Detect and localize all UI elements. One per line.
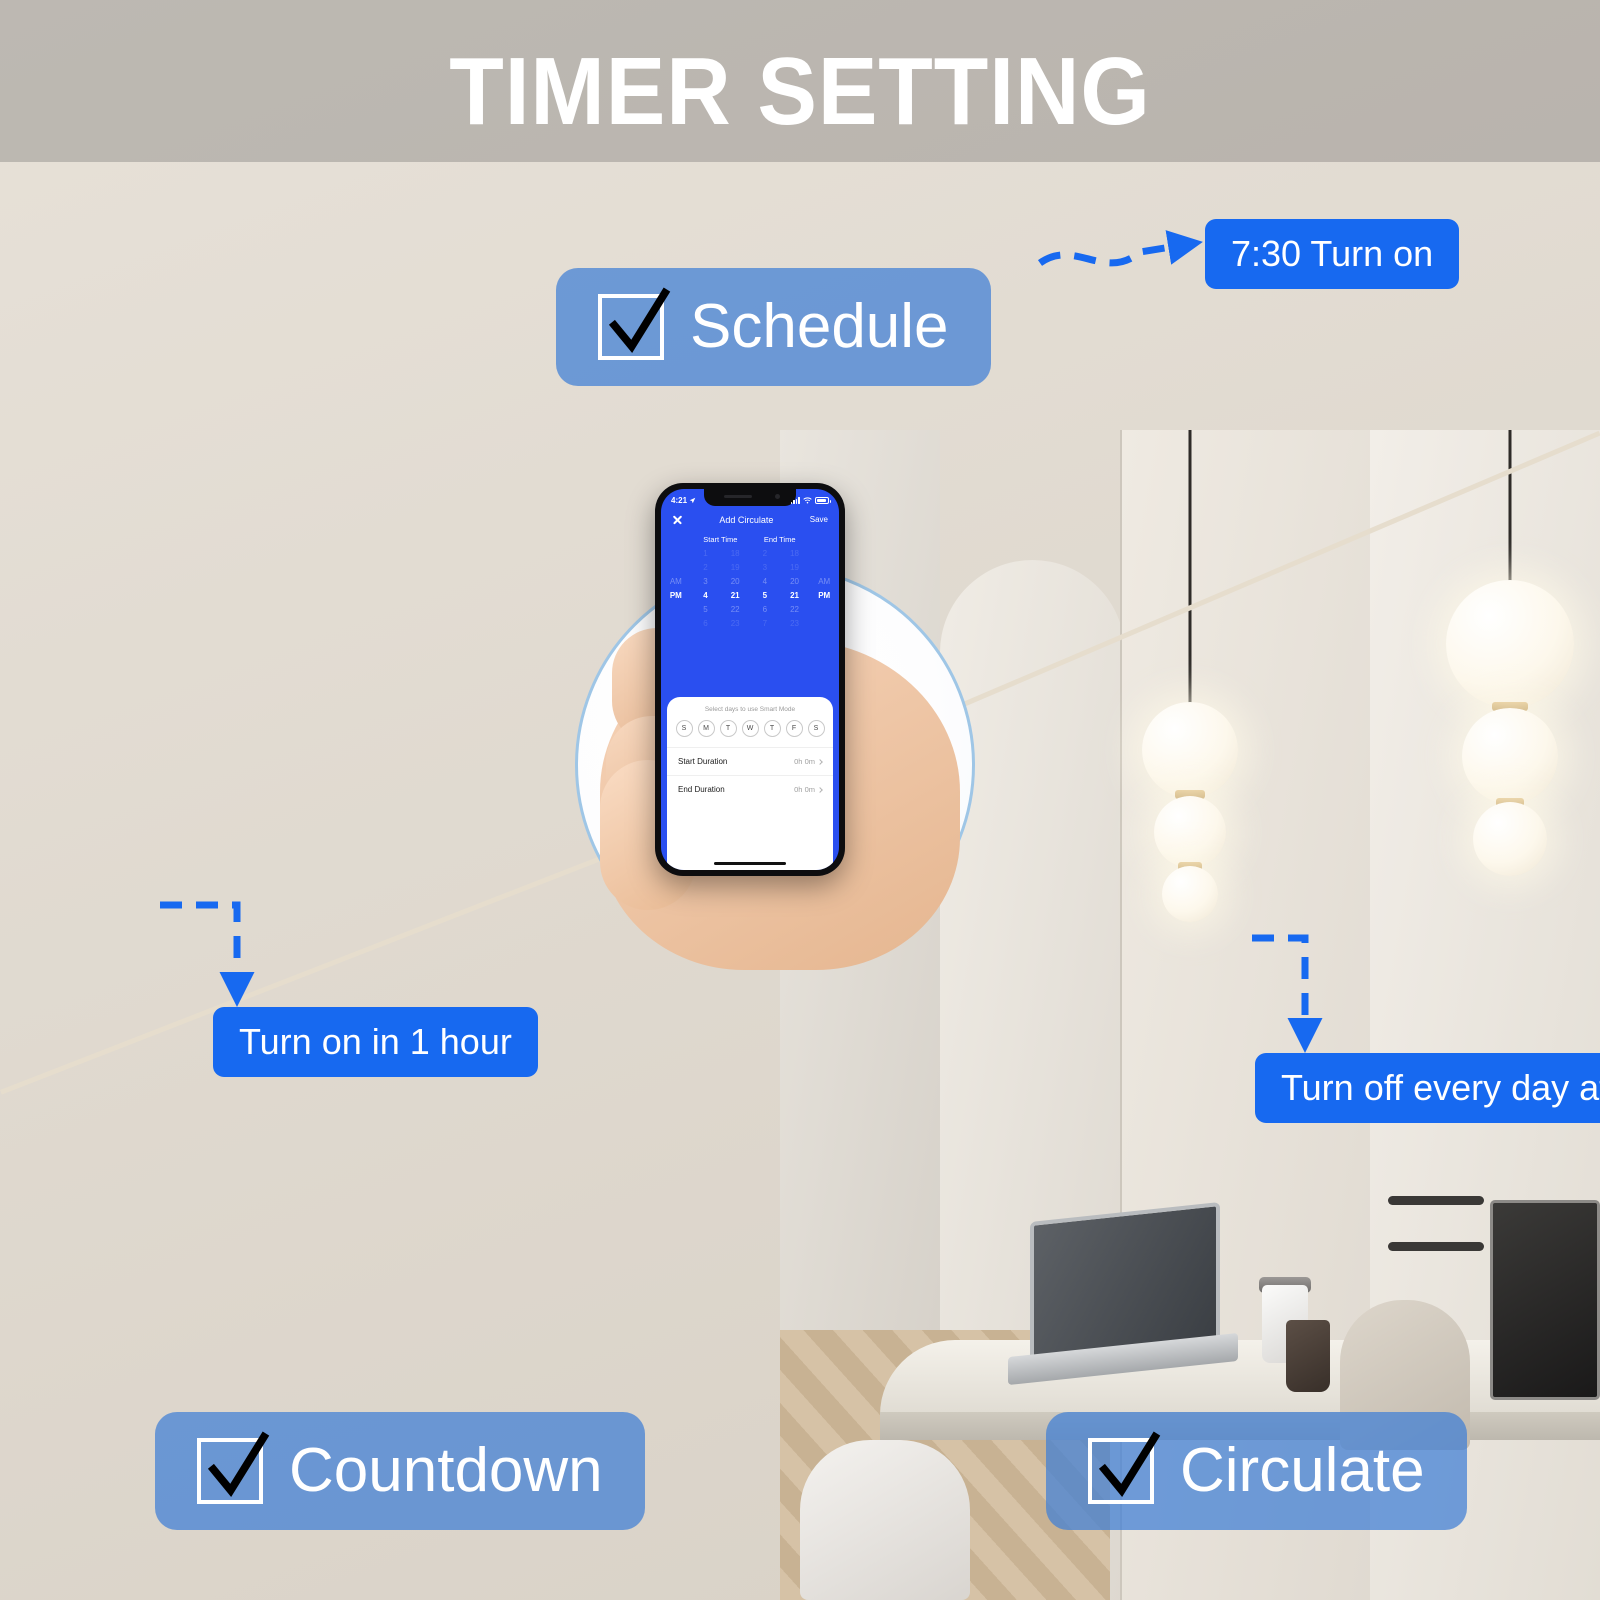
feature-chip-countdown-label: Countdown [289,1436,603,1505]
feature-chip-schedule[interactable]: Schedule [556,268,991,386]
status-time: 4:21 [671,496,688,505]
day-toggle[interactable]: W [741,720,759,737]
start-hour-option[interactable]: 1 [703,548,707,559]
start-minute-option[interactable]: 23 [731,618,740,629]
pendant-lamp-cluster-right-2 [1430,430,1590,930]
start-hour-option[interactable]: 6 [703,618,707,629]
chevron-right-icon [817,758,823,765]
day-toggle[interactable]: F [785,720,803,737]
day-toggle[interactable]: S [807,720,825,737]
time-picker[interactable]: AM PM 1 2 3 4 5 6 18 19 20 21 22 23 2 3 … [661,548,839,635]
start-hour-column[interactable]: 1 2 3 4 5 6 [691,548,721,629]
chevron-right-icon [817,786,823,793]
feature-chip-schedule-label: Schedule [690,292,949,361]
circulate-checkbox-icon[interactable] [1088,1431,1161,1504]
feature-chip-circulate-label: Circulate [1180,1436,1425,1505]
end-minute-option[interactable]: 18 [790,548,799,559]
circulate-callout-pill: Turn off every day at 8:00 [1255,1053,1600,1123]
end-minute-option[interactable]: 22 [790,604,799,615]
start-minute-column[interactable]: 18 19 20 21 22 23 [720,548,750,629]
schedule-checkbox-icon[interactable] [598,287,671,360]
end-duration-value: 0h 0m [794,785,815,794]
countdown-callout-pill: Turn on in 1 hour [213,1007,538,1077]
battery-icon [815,497,831,504]
end-meridiem-column[interactable]: AM PM [809,548,839,629]
page-title: TIMER SETTING [449,38,1151,145]
end-hour-option[interactable]: 2 [763,548,767,559]
end-hour-selected[interactable]: 5 [763,590,767,601]
phone-screen: 4:21 Add Circulate Save Start Time End T… [661,489,839,870]
end-hour-option[interactable]: 3 [763,562,767,573]
day-toggle[interactable]: T [763,720,781,737]
start-hour-option[interactable]: 5 [703,604,707,615]
end-minute-column[interactable]: 18 19 20 21 22 23 [780,548,810,629]
end-minute-selected[interactable]: 21 [790,590,799,601]
schedule-callout-pill: 7:30 Turn on [1205,219,1460,289]
cellular-signal-icon [790,497,800,504]
countdown-checkbox-icon[interactable] [197,1431,270,1504]
end-hour-option[interactable]: 4 [763,576,767,587]
end-time-header: End Time [763,535,796,544]
feature-chip-circulate[interactable]: Circulate [1046,1412,1467,1530]
start-hour-option[interactable]: 3 [703,576,707,587]
start-duration-value: 0h 0m [794,757,815,766]
start-minute-option[interactable]: 22 [731,604,740,615]
end-meridiem-pm[interactable]: PM [818,590,830,601]
start-time-header: Start Time [703,535,738,544]
phone-screen-title: Add Circulate [719,514,774,525]
smart-mode-sheet: Select days to use Smart Mode S M T W T … [667,697,833,870]
schedule-callout-text: 7:30 Turn on [1231,233,1434,274]
circulate-callout-text: Turn off every day at 8:00 [1281,1067,1600,1108]
feature-chip-countdown[interactable]: Countdown [155,1412,645,1530]
day-toggle[interactable]: T [719,720,737,737]
pendant-lamp-cluster-right-1 [1130,430,1250,960]
start-minute-option[interactable]: 18 [731,548,740,559]
picker-headers: Start Time End Time [661,527,839,548]
day-selector[interactable]: S M T W T F S [667,720,833,747]
home-indicator [714,862,786,865]
start-hour-selected[interactable]: 4 [703,590,707,601]
start-duration-row[interactable]: Start Duration 0h 0m [667,747,833,775]
start-minute-selected[interactable]: 21 [731,590,740,601]
location-arrow-icon [689,497,696,504]
countdown-callout-text: Turn on in 1 hour [239,1021,512,1062]
smartphone: 4:21 Add Circulate Save Start Time End T… [655,483,845,876]
end-hour-option[interactable]: 6 [763,604,767,615]
end-meridiem-am[interactable]: AM [818,576,830,587]
start-hour-option[interactable]: 2 [703,562,707,573]
phone-nav-bar: Add Circulate Save [661,509,839,527]
end-hour-option[interactable]: 7 [763,618,767,629]
start-meridiem-pm[interactable]: PM [670,590,682,601]
wifi-icon [803,497,812,504]
end-duration-row[interactable]: End Duration 0h 0m [667,775,833,803]
end-minute-option[interactable]: 20 [790,576,799,587]
start-meridiem-am[interactable]: AM [670,576,682,587]
start-minute-option[interactable]: 20 [731,576,740,587]
phone-status-bar: 4:21 [661,489,839,509]
end-duration-label: End Duration [678,785,725,794]
close-icon[interactable] [672,514,683,525]
end-hour-column[interactable]: 2 3 4 5 6 7 [750,548,780,629]
day-toggle[interactable]: S [675,720,693,737]
start-meridiem-column[interactable]: AM PM [661,548,691,629]
tumbler [1286,1320,1330,1392]
start-duration-label: Start Duration [678,757,728,766]
end-minute-option[interactable]: 23 [790,618,799,629]
day-toggle[interactable]: M [697,720,715,737]
promo-image: TIMER SETTING 7:30 Turn on Turn on in 1 … [0,0,1600,1600]
save-button[interactable]: Save [810,515,828,524]
start-minute-option[interactable]: 19 [731,562,740,573]
smart-mode-hint: Select days to use Smart Mode [704,706,796,713]
end-minute-option[interactable]: 19 [790,562,799,573]
